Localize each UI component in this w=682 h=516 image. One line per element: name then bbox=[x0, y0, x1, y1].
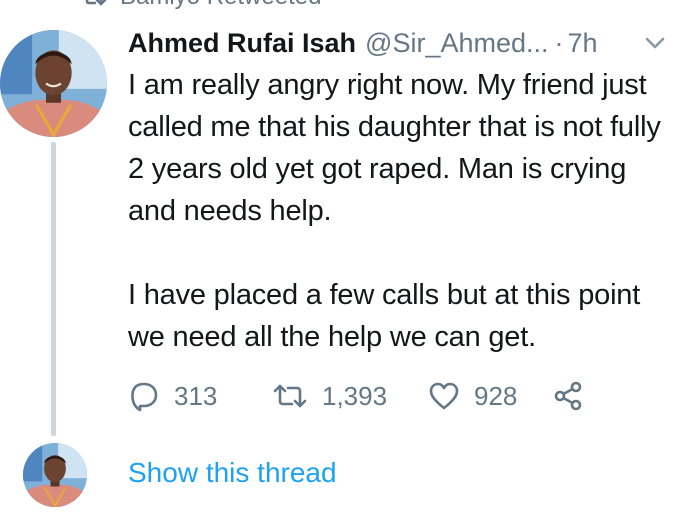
retweet-button[interactable]: 1,393 bbox=[272, 381, 428, 412]
share-button[interactable] bbox=[552, 380, 584, 412]
reply-count: 313 bbox=[174, 380, 218, 411]
avatar[interactable] bbox=[23, 443, 87, 507]
author-display-name[interactable]: Ahmed Rufai Isah bbox=[128, 24, 356, 62]
avatar[interactable] bbox=[0, 30, 107, 137]
show-thread-link[interactable]: Show this thread bbox=[128, 454, 337, 492]
tweet-timestamp[interactable]: 7h bbox=[568, 24, 598, 62]
tweet-text: I am really angry right now. My friend j… bbox=[128, 64, 676, 358]
share-icon bbox=[552, 380, 584, 412]
tweet-paragraph: I have placed a few calls but at this po… bbox=[128, 279, 641, 353]
retweet-icon bbox=[80, 0, 108, 7]
retweet-context-label: Bamiyo Retweeted bbox=[120, 0, 321, 11]
reply-icon bbox=[128, 380, 160, 412]
like-button[interactable]: 928 bbox=[428, 381, 552, 412]
retweet-icon bbox=[272, 382, 308, 410]
heart-icon bbox=[428, 381, 460, 411]
retweet-count: 1,393 bbox=[322, 380, 388, 411]
retweet-context: Bamiyo Retweeted bbox=[80, 0, 321, 10]
author-handle[interactable]: @Sir_Ahmed... bbox=[365, 24, 548, 62]
chevron-down-icon[interactable] bbox=[642, 30, 668, 56]
tweet-card[interactable]: Bamiyo Retweeted Ahmed Rufai Isah @Sir_A… bbox=[0, 0, 682, 516]
reply-button[interactable]: 313 bbox=[128, 380, 272, 412]
separator-dot: · bbox=[554, 28, 564, 58]
tweet-header: Ahmed Rufai Isah @Sir_Ahmed... · 7h bbox=[128, 24, 676, 62]
tweet-actions: 313 1,393 928 bbox=[128, 376, 584, 416]
like-count: 928 bbox=[474, 380, 518, 411]
tweet-paragraph: I am really angry right now. My friend j… bbox=[128, 69, 661, 227]
thread-line bbox=[51, 142, 56, 436]
